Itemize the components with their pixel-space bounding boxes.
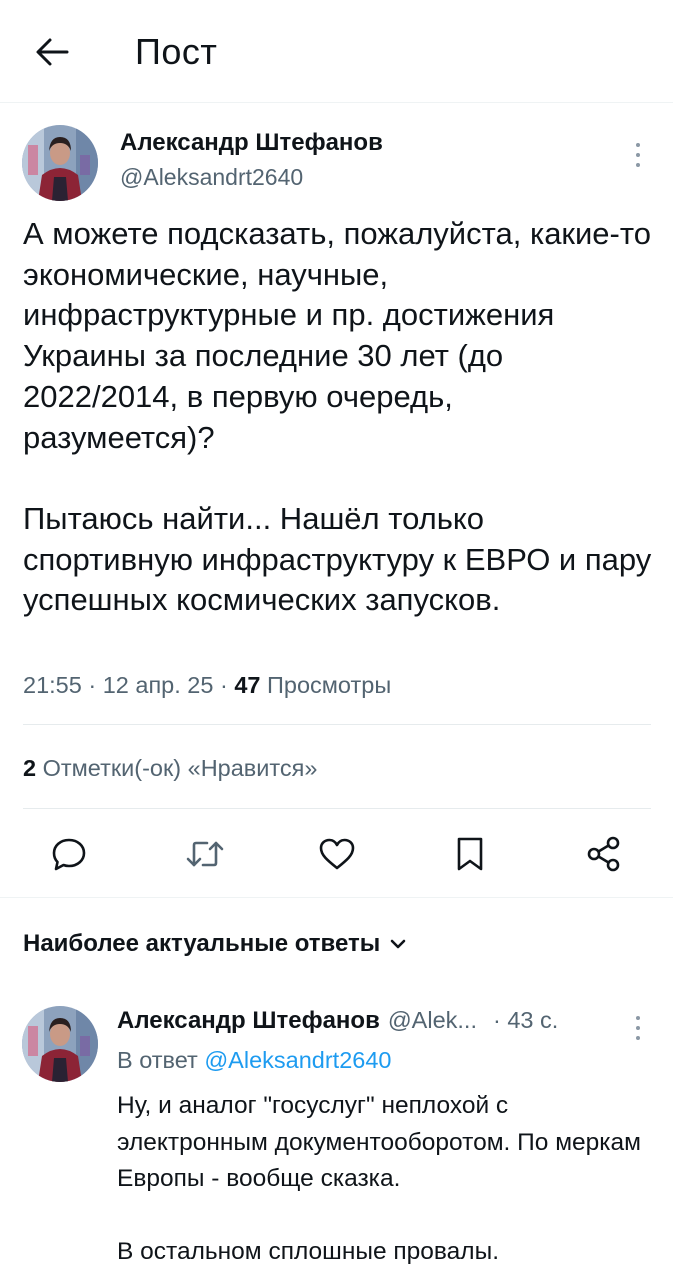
replies-sort-label: Наиболее актуальные ответы bbox=[23, 930, 381, 957]
share-button[interactable] bbox=[580, 830, 628, 878]
likes-summary[interactable]: 2 Отметки(-ок) «Нравится» bbox=[23, 751, 317, 785]
reply-author-avatar[interactable] bbox=[22, 1006, 98, 1082]
retweet-button[interactable] bbox=[181, 830, 229, 878]
back-button[interactable] bbox=[30, 30, 74, 74]
tweet-text: А можете подсказать, пожалуйста, какие-т… bbox=[23, 216, 652, 618]
author-handle[interactable]: @Aleksandrt2640 bbox=[120, 162, 303, 192]
meta-separator: · bbox=[219, 672, 228, 698]
like-button[interactable] bbox=[313, 830, 361, 878]
author-name[interactable]: Александр Штефанов bbox=[120, 128, 383, 158]
share-icon bbox=[587, 836, 620, 872]
more-vertical-icon bbox=[636, 1016, 640, 1040]
bookmark-button[interactable] bbox=[446, 830, 494, 878]
reply-header: Александр Штефанов @Alek... · 43 с. bbox=[117, 1004, 617, 1037]
divider bbox=[23, 808, 651, 809]
reply-to-prefix: В ответ bbox=[117, 1047, 198, 1073]
more-options-button[interactable] bbox=[626, 135, 650, 175]
bookmark-icon bbox=[457, 837, 483, 871]
author-avatar[interactable] bbox=[22, 125, 98, 201]
tweet-date[interactable]: 12 апр. 25 bbox=[103, 672, 214, 698]
reply-icon bbox=[52, 838, 86, 871]
reply-author-name[interactable]: Александр Штефанов bbox=[117, 1005, 380, 1037]
chevron-down-icon bbox=[390, 939, 406, 949]
reply-text: Ну, и аналог "госуслуг" неплохой с элект… bbox=[117, 1092, 642, 1265]
tweet-meta: 21:55 · 12 апр. 25 · 47 Просмотры bbox=[23, 668, 391, 702]
meta-separator: · bbox=[88, 672, 97, 698]
reply-time[interactable]: · 43 с. bbox=[493, 1004, 558, 1036]
replies-sort-dropdown[interactable]: Наиболее актуальные ответы bbox=[23, 928, 406, 960]
likes-count: 2 bbox=[23, 755, 37, 781]
like-icon bbox=[319, 838, 355, 870]
divider bbox=[23, 724, 651, 725]
views-label: Просмотры bbox=[267, 672, 392, 698]
views-count: 47 bbox=[234, 672, 261, 698]
reply-to-line: В ответ @Aleksandrt2640 bbox=[117, 1044, 392, 1076]
tweet-time[interactable]: 21:55 bbox=[23, 672, 82, 698]
more-vertical-icon bbox=[636, 143, 640, 167]
reply-more-options-button[interactable] bbox=[626, 1008, 650, 1048]
likes-label: Отметки(-ок) «Нравится» bbox=[42, 755, 318, 781]
reply-author-handle[interactable]: @Alek... bbox=[388, 1004, 477, 1036]
section-divider bbox=[0, 897, 673, 898]
reply-button[interactable] bbox=[45, 830, 93, 878]
retweet-icon bbox=[186, 841, 224, 867]
page-title: Пост bbox=[135, 31, 218, 72]
avatar-image bbox=[22, 125, 98, 201]
top-app-bar: Пост bbox=[0, 0, 673, 103]
back-arrow-icon bbox=[36, 38, 69, 66]
reply-to-handle-link[interactable]: @Aleksandrt2640 bbox=[204, 1047, 391, 1073]
avatar-image bbox=[22, 1006, 98, 1082]
